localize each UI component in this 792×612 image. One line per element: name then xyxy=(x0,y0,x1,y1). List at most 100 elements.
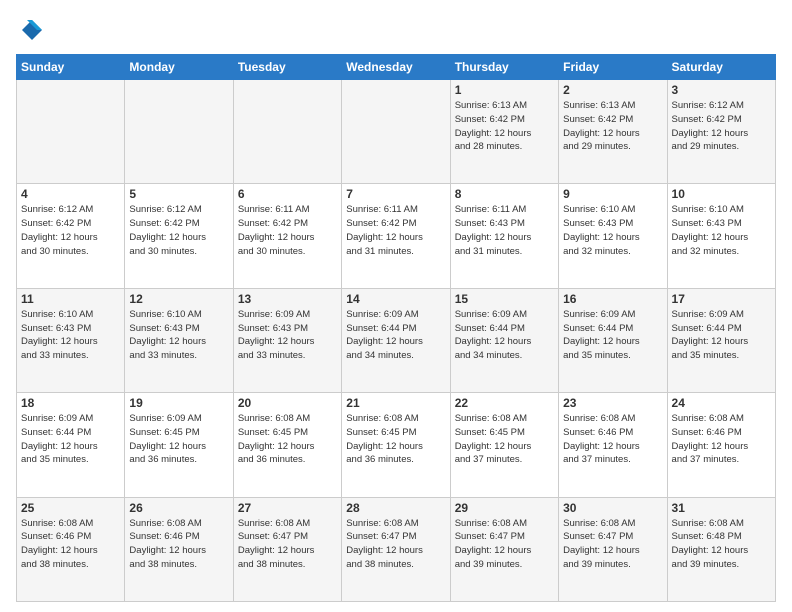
day-number: 12 xyxy=(129,292,228,306)
day-number: 20 xyxy=(238,396,337,410)
day-info: Sunrise: 6:08 AM Sunset: 6:47 PM Dayligh… xyxy=(563,517,662,572)
day-number: 30 xyxy=(563,501,662,515)
calendar-week-3: 11 Sunrise: 6:10 AM Sunset: 6:43 PM Dayli… xyxy=(17,288,776,392)
day-number: 16 xyxy=(563,292,662,306)
day-info: Sunrise: 6:11 AM Sunset: 6:42 PM Dayligh… xyxy=(346,203,445,258)
day-number: 14 xyxy=(346,292,445,306)
day-number: 4 xyxy=(21,187,120,201)
day-number: 18 xyxy=(21,396,120,410)
day-info: Sunrise: 6:08 AM Sunset: 6:45 PM Dayligh… xyxy=(238,412,337,467)
logo xyxy=(16,16,48,44)
calendar-cell: 9 Sunrise: 6:10 AM Sunset: 6:43 PM Daylig… xyxy=(559,184,667,288)
day-number: 28 xyxy=(346,501,445,515)
calendar-week-2: 4 Sunrise: 6:12 AM Sunset: 6:42 PM Daylig… xyxy=(17,184,776,288)
calendar-cell: 18 Sunrise: 6:09 AM Sunset: 6:44 PM Dayli… xyxy=(17,393,125,497)
calendar-cell: 30 Sunrise: 6:08 AM Sunset: 6:47 PM Dayli… xyxy=(559,497,667,601)
day-number: 5 xyxy=(129,187,228,201)
day-info: Sunrise: 6:11 AM Sunset: 6:43 PM Dayligh… xyxy=(455,203,554,258)
calendar-cell: 7 Sunrise: 6:11 AM Sunset: 6:42 PM Daylig… xyxy=(342,184,450,288)
calendar-table: SundayMondayTuesdayWednesdayThursdayFrid… xyxy=(16,54,776,602)
day-info: Sunrise: 6:08 AM Sunset: 6:46 PM Dayligh… xyxy=(563,412,662,467)
calendar-week-1: 1 Sunrise: 6:13 AM Sunset: 6:42 PM Daylig… xyxy=(17,80,776,184)
calendar-cell: 13Sunrise: 6:09 AM Sunset: 6:43 PM Dayli… xyxy=(233,288,341,392)
day-info: Sunrise: 6:10 AM Sunset: 6:43 PM Dayligh… xyxy=(21,308,120,363)
day-info: Sunrise: 6:08 AM Sunset: 6:46 PM Dayligh… xyxy=(129,517,228,572)
calendar-cell: 3 Sunrise: 6:12 AM Sunset: 6:42 PM Daylig… xyxy=(667,80,775,184)
day-info: Sunrise: 6:09 AM Sunset: 6:44 PM Dayligh… xyxy=(21,412,120,467)
day-info: Sunrise: 6:09 AM Sunset: 6:45 PM Dayligh… xyxy=(129,412,228,467)
calendar-header-monday: Monday xyxy=(125,55,233,80)
day-number: 23 xyxy=(563,396,662,410)
calendar-cell: 19 Sunrise: 6:09 AM Sunset: 6:45 PM Dayli… xyxy=(125,393,233,497)
calendar-cell: 26 Sunrise: 6:08 AM Sunset: 6:46 PM Dayli… xyxy=(125,497,233,601)
day-number: 22 xyxy=(455,396,554,410)
calendar-cell xyxy=(17,80,125,184)
day-number: 21 xyxy=(346,396,445,410)
calendar-cell: 5 Sunrise: 6:12 AM Sunset: 6:42 PM Daylig… xyxy=(125,184,233,288)
day-info: Sunrise: 6:09 AM Sunset: 6:44 PM Dayligh… xyxy=(455,308,554,363)
calendar-week-5: 25 Sunrise: 6:08 AM Sunset: 6:46 PM Dayli… xyxy=(17,497,776,601)
day-number: 7 xyxy=(346,187,445,201)
calendar-cell: 20 Sunrise: 6:08 AM Sunset: 6:45 PM Dayli… xyxy=(233,393,341,497)
calendar-cell: 16 Sunrise: 6:09 AM Sunset: 6:44 PM Dayli… xyxy=(559,288,667,392)
day-info: Sunrise: 6:10 AM Sunset: 6:43 PM Dayligh… xyxy=(129,308,228,363)
calendar-cell: 27 Sunrise: 6:08 AM Sunset: 6:47 PM Dayli… xyxy=(233,497,341,601)
day-number: 3 xyxy=(672,83,771,97)
calendar-cell: 17 Sunrise: 6:09 AM Sunset: 6:44 PM Dayli… xyxy=(667,288,775,392)
day-info: Sunrise: 6:12 AM Sunset: 6:42 PM Dayligh… xyxy=(672,99,771,154)
day-number: 17 xyxy=(672,292,771,306)
calendar-cell: 12 Sunrise: 6:10 AM Sunset: 6:43 PM Dayli… xyxy=(125,288,233,392)
calendar-cell xyxy=(125,80,233,184)
calendar-cell: 24Sunrise: 6:08 AM Sunset: 6:46 PM Dayli… xyxy=(667,393,775,497)
day-info: Sunrise: 6:08 AM Sunset: 6:46 PM Dayligh… xyxy=(672,412,771,467)
day-number: 25 xyxy=(21,501,120,515)
day-number: 10 xyxy=(672,187,771,201)
day-info: Sunrise: 6:12 AM Sunset: 6:42 PM Dayligh… xyxy=(129,203,228,258)
calendar-cell: 23 Sunrise: 6:08 AM Sunset: 6:46 PM Dayli… xyxy=(559,393,667,497)
day-number: 11 xyxy=(21,292,120,306)
calendar-header-sunday: Sunday xyxy=(17,55,125,80)
day-info: Sunrise: 6:09 AM Sunset: 6:44 PM Dayligh… xyxy=(346,308,445,363)
day-number: 8 xyxy=(455,187,554,201)
day-info: Sunrise: 6:08 AM Sunset: 6:45 PM Dayligh… xyxy=(455,412,554,467)
calendar-header-thursday: Thursday xyxy=(450,55,558,80)
day-info: Sunrise: 6:09 AM Sunset: 6:43 PM Dayligh… xyxy=(238,308,337,363)
day-info: Sunrise: 6:10 AM Sunset: 6:43 PM Dayligh… xyxy=(672,203,771,258)
calendar-cell: 29 Sunrise: 6:08 AM Sunset: 6:47 PM Dayli… xyxy=(450,497,558,601)
day-info: Sunrise: 6:08 AM Sunset: 6:45 PM Dayligh… xyxy=(346,412,445,467)
day-info: Sunrise: 6:08 AM Sunset: 6:47 PM Dayligh… xyxy=(455,517,554,572)
calendar-cell: 10 Sunrise: 6:10 AM Sunset: 6:43 PM Dayli… xyxy=(667,184,775,288)
page: SundayMondayTuesdayWednesdayThursdayFrid… xyxy=(0,0,792,612)
calendar-header-wednesday: Wednesday xyxy=(342,55,450,80)
header xyxy=(16,16,776,44)
calendar-cell: 4Sunrise: 6:12 AM Sunset: 6:42 PM Daylig… xyxy=(17,184,125,288)
day-number: 26 xyxy=(129,501,228,515)
calendar-cell: 22 Sunrise: 6:08 AM Sunset: 6:45 PM Dayli… xyxy=(450,393,558,497)
day-number: 1 xyxy=(455,83,554,97)
calendar-cell: 8 Sunrise: 6:11 AM Sunset: 6:43 PM Daylig… xyxy=(450,184,558,288)
calendar-cell xyxy=(233,80,341,184)
day-number: 9 xyxy=(563,187,662,201)
day-info: Sunrise: 6:11 AM Sunset: 6:42 PM Dayligh… xyxy=(238,203,337,258)
day-number: 6 xyxy=(238,187,337,201)
day-number: 29 xyxy=(455,501,554,515)
day-number: 15 xyxy=(455,292,554,306)
day-number: 27 xyxy=(238,501,337,515)
day-info: Sunrise: 6:09 AM Sunset: 6:44 PM Dayligh… xyxy=(672,308,771,363)
day-number: 19 xyxy=(129,396,228,410)
calendar-header-friday: Friday xyxy=(559,55,667,80)
calendar-cell: 28Sunrise: 6:08 AM Sunset: 6:47 PM Dayli… xyxy=(342,497,450,601)
calendar-cell: 1Sunrise: 6:13 AM Sunset: 6:42 PM Daylig… xyxy=(450,80,558,184)
calendar-cell: 2 Sunrise: 6:13 AM Sunset: 6:42 PM Daylig… xyxy=(559,80,667,184)
day-info: Sunrise: 6:08 AM Sunset: 6:46 PM Dayligh… xyxy=(21,517,120,572)
day-info: Sunrise: 6:09 AM Sunset: 6:44 PM Dayligh… xyxy=(563,308,662,363)
calendar-cell: 15 Sunrise: 6:09 AM Sunset: 6:44 PM Dayli… xyxy=(450,288,558,392)
day-number: 2 xyxy=(563,83,662,97)
calendar-cell xyxy=(342,80,450,184)
day-info: Sunrise: 6:08 AM Sunset: 6:48 PM Dayligh… xyxy=(672,517,771,572)
day-number: 31 xyxy=(672,501,771,515)
day-info: Sunrise: 6:08 AM Sunset: 6:47 PM Dayligh… xyxy=(238,517,337,572)
calendar-header-tuesday: Tuesday xyxy=(233,55,341,80)
day-info: Sunrise: 6:10 AM Sunset: 6:43 PM Dayligh… xyxy=(563,203,662,258)
day-info: Sunrise: 6:13 AM Sunset: 6:42 PM Dayligh… xyxy=(563,99,662,154)
